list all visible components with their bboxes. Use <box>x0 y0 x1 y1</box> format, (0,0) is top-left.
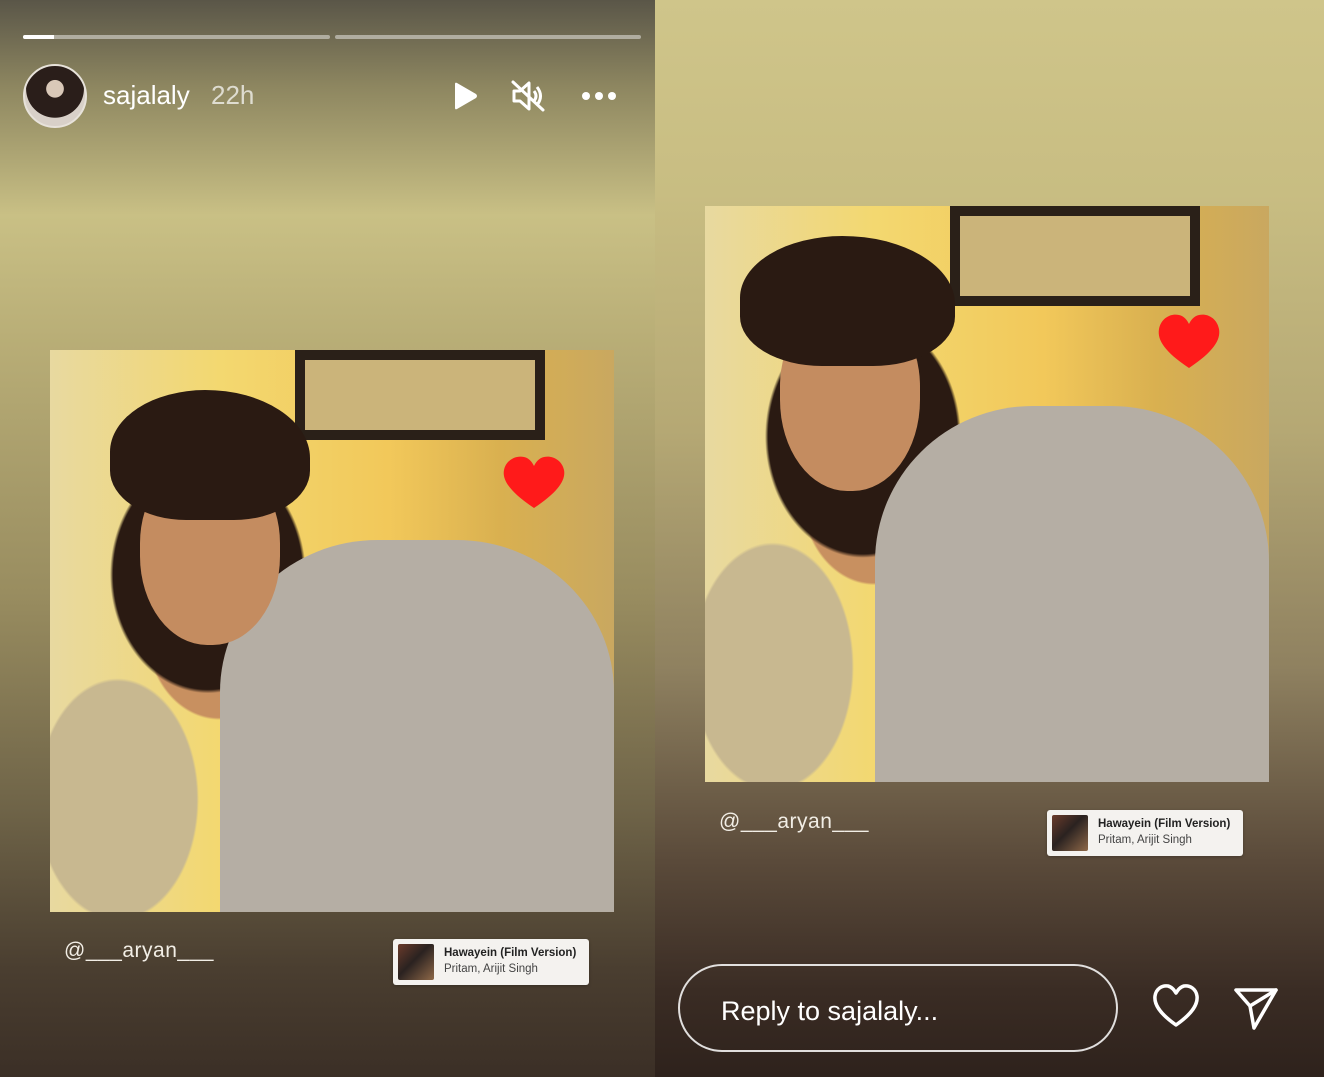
avatar[interactable] <box>23 64 87 128</box>
album-art <box>1052 815 1088 851</box>
like-button[interactable] <box>1151 982 1201 1030</box>
mute-button[interactable] <box>510 78 546 114</box>
story-photo <box>50 350 614 912</box>
music-artist: Pritam, Arijit Singh <box>444 963 538 975</box>
mention-tag[interactable]: @___aryan___ <box>64 939 214 963</box>
story-panel-right: @___aryan___ Hawayein (Film Version) Pri… <box>655 0 1324 1077</box>
photo-shirt-detail <box>220 540 614 912</box>
send-button[interactable] <box>1232 984 1280 1032</box>
music-artist: Pritam, Arijit Singh <box>1098 834 1192 846</box>
music-title: Hawayein (Film Version) <box>1098 818 1231 830</box>
heart-icon <box>503 456 565 508</box>
mention-tag[interactable]: @___aryan___ <box>719 810 869 834</box>
music-sticker[interactable]: Hawayein (Film Version) Pritam, Arijit S… <box>1047 810 1243 856</box>
photo-frame-detail <box>950 206 1200 306</box>
story-username[interactable]: sajalaly <box>103 80 190 111</box>
photo-shirt-detail <box>875 406 1269 782</box>
reply-placeholder: Reply to sajalaly... <box>721 996 939 1026</box>
album-art <box>398 944 434 980</box>
story-progress-bar <box>23 35 641 39</box>
heart-outline-icon <box>1153 984 1199 1027</box>
music-title: Hawayein (Film Version) <box>444 947 577 959</box>
progress-fill <box>23 35 54 39</box>
play-icon <box>455 82 477 110</box>
progress-segment-1 <box>23 35 330 39</box>
send-icon <box>1234 988 1278 1030</box>
story-photo <box>705 206 1269 782</box>
photo-hair-detail <box>740 236 955 366</box>
story-time: 22h <box>211 80 255 110</box>
play-button[interactable] <box>447 78 483 114</box>
story-header: sajalaly 22h <box>23 64 633 128</box>
reply-input[interactable]: Reply to sajalaly... <box>678 964 1118 1052</box>
progress-segment-2 <box>334 35 641 39</box>
photo-hair-detail <box>110 390 310 520</box>
story-panel-left: sajalaly 22h @___aryan___ Hawayein (Film… <box>0 0 655 1077</box>
more-horizontal-icon <box>582 92 616 100</box>
more-options-button[interactable] <box>581 78 617 114</box>
music-sticker[interactable]: Hawayein (Film Version) Pritam, Arijit S… <box>393 939 589 985</box>
heart-icon <box>1158 314 1220 368</box>
photo-frame-detail <box>295 350 545 440</box>
speaker-muted-icon <box>511 80 545 112</box>
